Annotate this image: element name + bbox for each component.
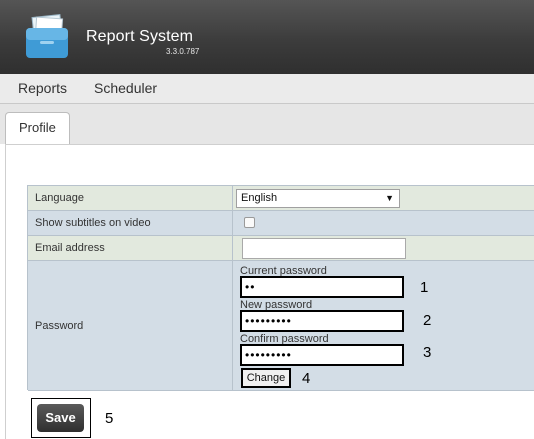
annotation-2: 2 [423, 312, 432, 329]
email-label: Email address [28, 236, 233, 260]
folder-logo-icon [26, 14, 68, 58]
current-password-field[interactable]: •• [240, 276, 404, 298]
language-selected-value: English [241, 192, 278, 204]
password-label: Password [28, 261, 233, 390]
app-title: Report System [86, 28, 194, 45]
confirm-password-field[interactable]: ••••••••• [240, 344, 404, 366]
tab-strip: Profile [0, 104, 534, 144]
annotation-4: 4 [302, 370, 311, 387]
tab-profile[interactable]: Profile [5, 112, 70, 144]
menu-item-reports[interactable]: Reports [18, 80, 67, 96]
annotation-1: 1 [420, 279, 429, 296]
subtitles-label: Show subtitles on video [28, 211, 233, 235]
language-row: Language English ▼ [28, 186, 534, 211]
menu-item-scheduler[interactable]: Scheduler [94, 80, 157, 96]
save-button[interactable]: Save [37, 404, 84, 432]
profile-form: Language English ▼ Show subtitles on vid… [27, 185, 534, 391]
annotation-5: 5 [105, 410, 114, 427]
new-password-field[interactable]: ••••••••• [240, 310, 404, 332]
email-field[interactable] [242, 238, 406, 259]
email-row: Email address [28, 236, 534, 261]
language-label: Language [28, 186, 233, 210]
app-header: Report System 3.3.0.787 [0, 0, 534, 74]
subtitles-checkbox[interactable] [244, 217, 255, 228]
language-select[interactable]: English ▼ [236, 189, 400, 208]
app-version: 3.3.0.787 [166, 47, 200, 56]
main-menu: Reports Scheduler [0, 74, 534, 104]
password-row: Password Current password •• New passwor… [28, 261, 534, 391]
change-password-button[interactable]: Change [241, 368, 291, 388]
dropdown-arrow-icon: ▼ [385, 193, 394, 203]
annotation-3: 3 [423, 344, 432, 361]
subtitles-row: Show subtitles on video [28, 211, 534, 236]
